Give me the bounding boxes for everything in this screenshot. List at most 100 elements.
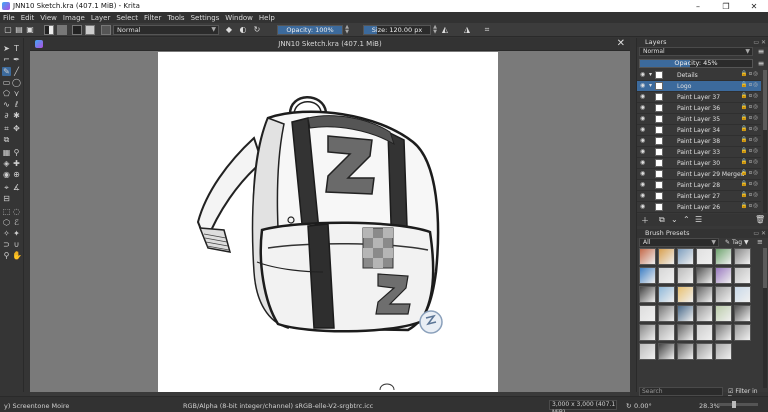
brush-preset-tile[interactable] (696, 305, 713, 322)
menu-view[interactable]: View (40, 14, 57, 22)
layer-opacity-slider[interactable]: Opacity: 45% (639, 59, 753, 68)
color-picker-tool-icon[interactable]: ⚲ (12, 148, 21, 157)
layer-filter-icon[interactable]: ≡ (756, 47, 766, 57)
layer-lock-alpha-icons[interactable]: 🔒α◎ (741, 137, 759, 143)
brush-preset-tile[interactable] (658, 267, 675, 284)
brush-preset-tile[interactable] (639, 267, 656, 284)
colorize-mask-tool-icon[interactable]: ◈ (2, 159, 11, 168)
brush-preset-tile[interactable] (734, 305, 751, 322)
menu-settings[interactable]: Settings (191, 14, 220, 22)
menu-filter[interactable]: Filter (144, 14, 161, 22)
freehand-selection-tool-icon[interactable]: ℰ (12, 218, 21, 227)
elliptical-selection-tool-icon[interactable]: ◌ (12, 207, 21, 216)
freehand-brush-tool-icon[interactable]: ✎ (2, 67, 11, 76)
layer-lock-alpha-icons[interactable]: 🔒α◎ (741, 148, 759, 154)
menu-help[interactable]: Help (259, 14, 275, 22)
freehand-path-tool-icon[interactable]: ℓ (12, 100, 21, 109)
visibility-eye-icon[interactable]: ◉ (640, 148, 645, 155)
brush-preset-tile[interactable] (639, 324, 656, 341)
reference-images-tool-icon[interactable]: ⊟ (2, 194, 11, 203)
pan-tool-icon[interactable]: ✋ (12, 251, 22, 260)
brush-preset-tile[interactable] (734, 324, 751, 341)
layer-list-scroll-thumb[interactable] (763, 70, 767, 130)
brush-preset-swatch[interactable] (101, 25, 111, 35)
document-size-field[interactable]: 3,000 x 3,000 (407.1 MiB) (549, 400, 617, 412)
brush-preset-tile[interactable] (677, 305, 694, 322)
multibrush-tool-icon[interactable]: ✱ (12, 111, 21, 120)
brush-preset-tile[interactable] (639, 286, 656, 303)
menu-file[interactable]: File (3, 14, 15, 22)
brush-preset-tile[interactable] (715, 267, 732, 284)
text-tool-icon[interactable]: T (12, 44, 21, 53)
visibility-eye-icon[interactable]: ◉ (640, 170, 645, 177)
brush-preset-tile[interactable] (696, 286, 713, 303)
magnetic-selection-tool-icon[interactable]: ∪ (12, 240, 21, 249)
move-tool-icon[interactable]: ✥ (12, 124, 21, 133)
rotation-icon[interactable]: ↻ (626, 402, 631, 410)
visibility-eye-icon[interactable]: ◉ (640, 82, 645, 89)
gradient-swatch[interactable] (44, 25, 54, 35)
visibility-eye-icon[interactable]: ◉ (640, 104, 645, 111)
save-icon[interactable]: ▣ (25, 25, 35, 35)
brush-preset-tile[interactable] (639, 248, 656, 265)
visibility-eye-icon[interactable]: ◉ (640, 192, 645, 199)
contiguous-selection-tool-icon[interactable]: ✧ (2, 229, 11, 238)
layer-row[interactable]: ◉ Paint Layer 27 🔒α◎ (637, 191, 761, 202)
assistant-tool-icon[interactable]: ⌖ (2, 183, 11, 192)
layer-lock-alpha-icons[interactable]: 🔒α◎ (741, 170, 759, 176)
canvas-paper[interactable] (158, 52, 498, 392)
measure-tool-icon[interactable]: ∡ (12, 183, 21, 192)
close-window-button[interactable]: ✕ (740, 0, 768, 12)
layer-lock-alpha-icons[interactable]: 🔒α◎ (741, 104, 759, 110)
layer-row[interactable]: ◉ Paint Layer 36 🔒α◎ (637, 103, 761, 114)
brush-preset-tile[interactable] (715, 305, 732, 322)
brush-preset-tile[interactable] (658, 248, 675, 265)
layer-row[interactable]: ◉ Paint Layer 34 🔒α◎ (637, 125, 761, 136)
add-layer-icon[interactable]: ＋ (641, 215, 649, 226)
expand-group-icon[interactable]: ▾ (649, 82, 652, 89)
minimize-button[interactable]: – (684, 0, 712, 12)
pattern-swatch[interactable] (57, 25, 67, 35)
layer-row[interactable]: ◉ Paint Layer 28 🔒α◎ (637, 180, 761, 191)
canvas-area[interactable]: JNN10 Sketch.kra (407.1 MiB) ✕ (30, 38, 630, 392)
opacity-spin-icon[interactable]: ▲ ▼ (344, 25, 350, 35)
layer-lock-alpha-icons[interactable]: 🔒α◎ (741, 115, 759, 121)
layer-lock-alpha-icons[interactable]: 🔒α◎ (741, 192, 759, 198)
preset-scrollbar[interactable] (763, 248, 767, 388)
brush-preset-tile[interactable] (639, 343, 656, 360)
layer-lock-alpha-icons[interactable]: 🔒α◎ (741, 203, 759, 209)
layer-blend-mode-select[interactable]: Normal ▼ (639, 47, 753, 56)
layer-lock-alpha-icons[interactable]: 🔒α◎ (741, 82, 759, 88)
brush-preset-tile[interactable] (639, 305, 656, 322)
layer-row[interactable]: ◉ Paint Layer 26 🔒α◎ (637, 202, 761, 213)
enclose-fill-tool-icon[interactable]: ⊕ (12, 170, 21, 179)
visibility-eye-icon[interactable]: ◉ (640, 159, 645, 166)
delete-layer-icon[interactable]: 🗑 (755, 215, 765, 224)
tag-menu[interactable]: ✎ Tag ▼ (725, 239, 749, 246)
layer-row[interactable]: ◉ Paint Layer 33 🔒α◎ (637, 147, 761, 158)
visibility-eye-icon[interactable]: ◉ (640, 203, 645, 210)
rectangle-tool-icon[interactable]: ▭ (2, 78, 11, 87)
brush-preset-tile[interactable] (677, 343, 694, 360)
layer-row[interactable]: ◉ Paint Layer 29 Merged 🔒α◎ (637, 169, 761, 180)
preset-scroll-thumb[interactable] (763, 248, 767, 288)
background-color-swatch[interactable] (85, 25, 95, 35)
preset-filter-select[interactable]: All ▼ (639, 238, 719, 247)
brush-preset-tile[interactable] (677, 248, 694, 265)
brush-preset-tile[interactable] (715, 324, 732, 341)
blend-mode-select[interactable]: Normal ▼ (113, 25, 219, 35)
opacity-slider[interactable]: Opacity: 100% (277, 25, 343, 35)
brush-preset-tile[interactable] (715, 343, 732, 360)
brush-preset-tile[interactable] (658, 305, 675, 322)
layer-row[interactable]: ◉ ▾ Logo 🔒α◎ (637, 81, 761, 92)
docker-float-close-icon[interactable]: ▭ ✕ (753, 229, 766, 238)
dynamic-brush-tool-icon[interactable]: ∂ (2, 111, 11, 120)
transform-tool-icon[interactable]: ⧉ (2, 135, 11, 144)
brush-preset-tile[interactable] (734, 267, 751, 284)
visibility-eye-icon[interactable]: ◉ (640, 93, 645, 100)
size-slider[interactable]: Size: 120.00 px (363, 25, 431, 35)
polygonal-selection-tool-icon[interactable]: ⬡ (2, 218, 11, 227)
layer-lock-alpha-icons[interactable]: 🔒α◎ (741, 126, 759, 132)
rectangular-selection-tool-icon[interactable]: ⬚ (2, 207, 11, 216)
reload-preset-icon[interactable]: ↻ (252, 25, 262, 35)
